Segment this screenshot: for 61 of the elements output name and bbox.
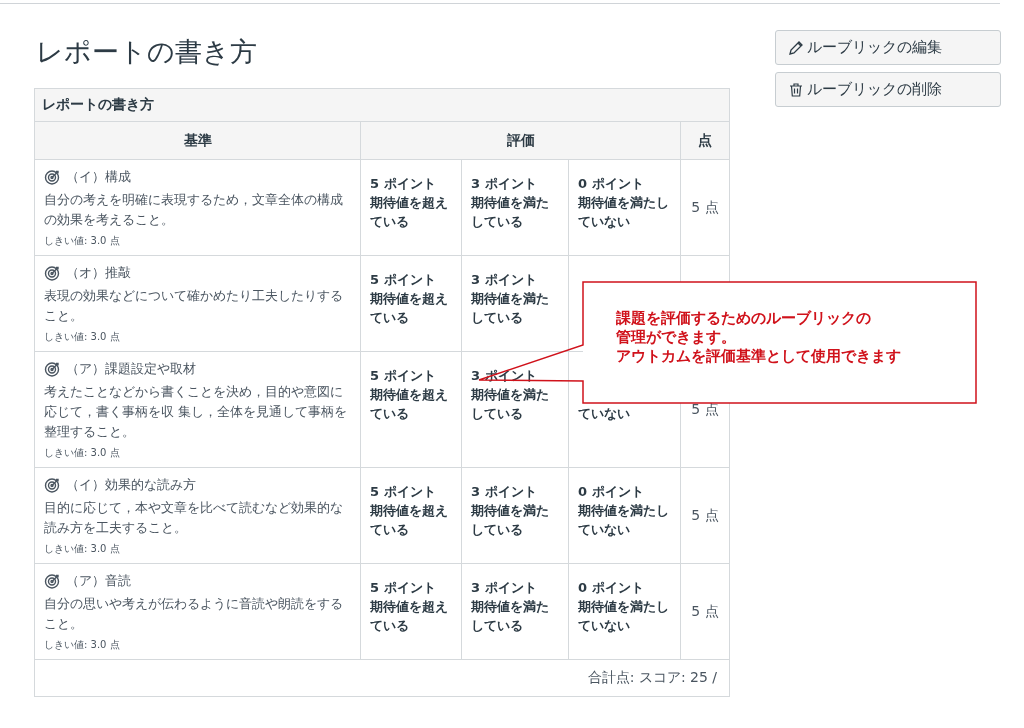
threshold-text: しきい値: 3.0 点	[44, 330, 121, 344]
criterion-points: 5 点	[691, 602, 719, 619]
threshold-text: しきい値: 3.0 点	[44, 542, 121, 556]
edit-rubric-button[interactable]: ルーブリックの編集	[775, 30, 1001, 65]
rating-description: 期待値を満たしていない	[578, 194, 670, 231]
criterion-points: 5 点	[691, 400, 719, 417]
rating-description: 期待値を超えている	[370, 386, 449, 423]
rubric-title: レポートの書き方	[34, 88, 730, 122]
rating-description: 期待値を超えている	[370, 290, 449, 327]
column-header: 評価	[360, 121, 681, 160]
rating-description: ていない	[578, 405, 631, 423]
rating-points: 0 ポイント	[578, 175, 645, 193]
rating-description: 期待値を満たしている	[471, 194, 550, 231]
target-icon	[44, 477, 60, 493]
threshold-text: しきい値: 3.0 点	[44, 446, 121, 460]
rating-description: 期待値を満たしている	[471, 290, 550, 327]
threshold-text: しきい値: 3.0 点	[44, 638, 121, 652]
criterion-description: 表現の効果などについて確かめたり工夫したりすること。	[44, 287, 344, 325]
total-score: 合計点: スコア: 25 /	[587, 669, 718, 685]
criterion-title: （イ）効果的な読み方	[66, 476, 196, 494]
criterion-description: 考えたことなどから書くことを決め，目的や意図に応じて，書く事柄を収 集し，全体を見通して事柄を整理すること。	[44, 383, 349, 441]
criterion-title: （ア）課題設定や取材	[66, 360, 196, 378]
delete-rubric-button[interactable]: ルーブリックの削除	[775, 72, 1001, 107]
rating-description: 期待値を超えている	[370, 598, 449, 635]
target-icon	[44, 169, 60, 185]
rating-description: 期待値を超えている	[370, 502, 449, 539]
rating-description: 期待値を満たしていない	[578, 598, 670, 635]
column-header: 基準	[34, 121, 361, 160]
trash-icon	[788, 81, 804, 98]
criterion-points: 5 点	[691, 198, 719, 215]
callout-text: 課題を評価するためのルーブリックの 管理ができます。 アウトカムを評価基準として使用できます	[616, 309, 901, 366]
pencil-icon	[788, 39, 804, 56]
rating-points: 5 ポイント	[370, 271, 437, 289]
criterion-description: 自分の考えを明確に表現するため，文章全体の構成の効果を考えること。	[44, 191, 344, 229]
target-icon	[44, 573, 60, 589]
criterion-title: （オ）推敲	[66, 264, 131, 282]
target-icon	[44, 361, 60, 377]
rating-description: 期待値を満たしている	[471, 598, 550, 635]
threshold-text: しきい値: 3.0 点	[44, 234, 121, 248]
rating-points: 5 ポイント	[370, 367, 437, 385]
rating-description: 期待値を超えている	[370, 194, 449, 231]
rating-points: 5 ポイント	[370, 579, 437, 597]
rating-points: 5 ポイント	[370, 175, 437, 193]
rating-points: 3 ポイント	[471, 271, 538, 289]
rating-description: 期待値を満たしている	[471, 386, 550, 423]
rating-description: 期待値を満たしている	[471, 502, 550, 539]
page-title: レポートの書き方	[36, 35, 258, 69]
rating-points: 3 ポイント	[471, 483, 538, 501]
criterion-description: 自分の思いや考えが伝わるように音読や朗読をすること。	[44, 595, 344, 633]
column-header: 点	[680, 121, 730, 160]
rating-points: 0 ポイント	[578, 483, 645, 501]
rating-points: 3 ポイント	[471, 175, 538, 193]
criterion-points: 5 点	[691, 506, 719, 523]
criterion-title: （ア）音読	[66, 572, 131, 590]
target-icon	[44, 265, 60, 281]
rating-points: 3 ポイント	[471, 579, 538, 597]
rating-points: 5 ポイント	[370, 483, 437, 501]
rating-description: 期待値を満たしていない	[578, 502, 670, 539]
criterion-description: 目的に応じて，本や文章を比べて読むなど効果的な読み方を工夫すること。	[44, 499, 344, 537]
rating-points: 0 ポイント	[578, 579, 645, 597]
criterion-title: （イ）構成	[66, 168, 131, 186]
